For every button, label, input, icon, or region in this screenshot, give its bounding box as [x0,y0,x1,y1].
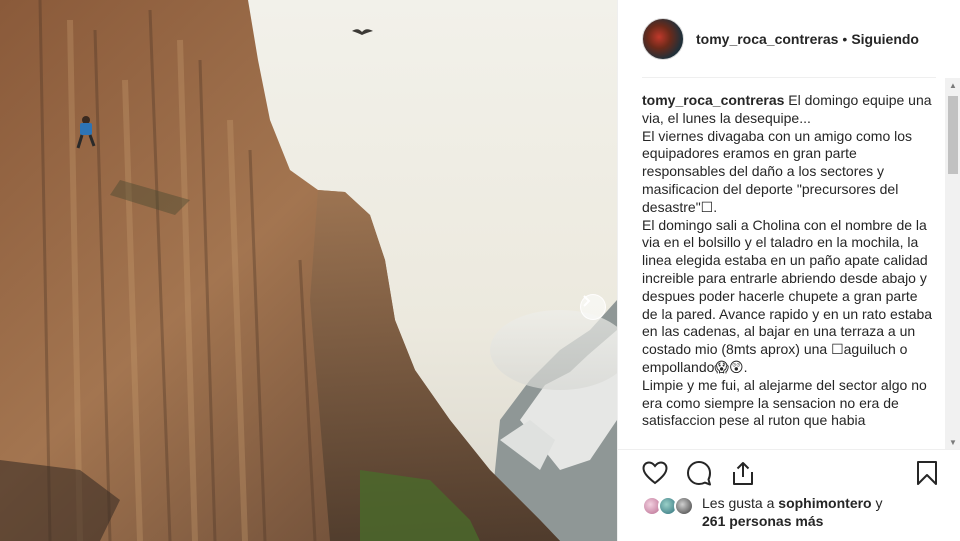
like-button[interactable] [638,456,672,490]
comment-button[interactable] [682,456,716,490]
header-text: tomy_roca_contreras • Siguiendo [696,31,919,47]
header-divider [642,77,936,78]
header-separator: • [842,31,848,47]
caption-text-2: El viernes divagaba con un amigo como lo… [642,127,913,215]
comment-icon [687,461,711,486]
likes-conjunction: y [875,495,883,511]
caption-text-3: El domingo sali a Cholina con el nombre … [642,216,933,375]
caption-scrollbar[interactable]: ▲ ▼ [945,78,960,449]
chevron-right-icon [583,295,591,307]
caption-line-1: tomy_roca_contreras El domingo equipe un… [642,92,934,128]
share-button[interactable] [726,456,760,490]
cliff-photo-illustration [0,0,617,541]
caption-area: tomy_roca_contreras El domingo equipe un… [642,92,934,448]
bookmark-icon [917,461,937,485]
caption-username[interactable]: tomy_roca_contreras [642,92,784,108]
likes-summary: Les gusta a sophimontero y 261 personas … [642,494,942,536]
following-button[interactable]: Siguiendo [851,31,919,47]
caption-text-4: Limpie y me fui, al alejarme del sector … [642,376,927,429]
action-bar [634,456,946,492]
save-button[interactable] [910,456,944,490]
first-liker-link[interactable]: sophimontero [778,495,871,511]
liker-avatar[interactable] [674,496,694,516]
username-link[interactable]: tomy_roca_contreras [696,31,838,47]
post-photo [0,0,617,541]
scroll-down-arrow-icon[interactable]: ▼ [945,435,960,449]
avatar[interactable] [642,18,684,60]
next-photo-button[interactable] [580,294,606,320]
actions-divider [618,449,960,450]
scroll-up-arrow-icon[interactable]: ▲ [945,78,960,92]
likes-text: Les gusta a sophimontero y 261 personas … [702,494,883,530]
liker-avatars [642,496,698,518]
post-side-panel: tomy_roca_contreras • Siguiendo tomy_roc… [617,0,960,541]
scroll-thumb[interactable] [948,96,958,174]
bird-figure [352,29,373,35]
heart-icon [642,461,668,485]
share-icon [733,462,753,485]
likes-count-link[interactable]: 261 personas más [702,513,823,529]
likes-prefix: Les gusta a [702,495,775,511]
post-header: tomy_roca_contreras • Siguiendo [618,0,960,78]
